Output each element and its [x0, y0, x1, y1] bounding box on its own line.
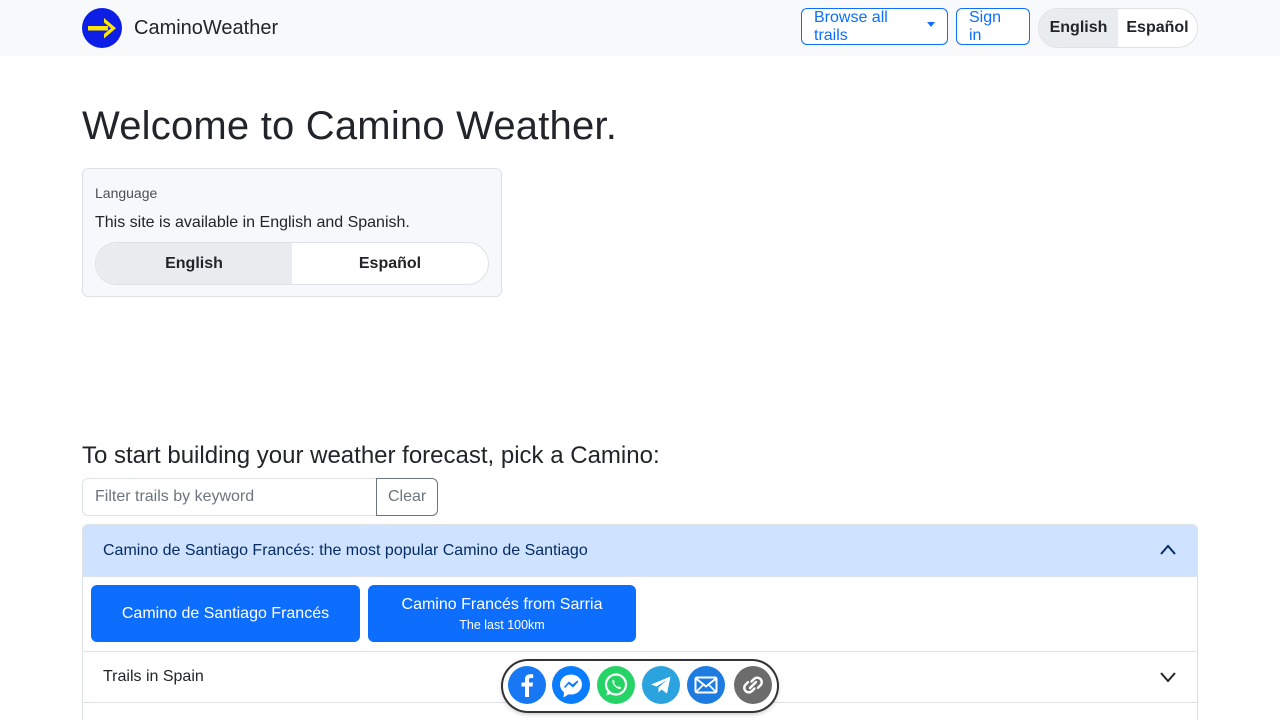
clear-filter-button[interactable]: Clear — [376, 478, 438, 516]
language-caption: Language — [95, 185, 158, 201]
sign-in-label: Sign in — [969, 8, 1002, 44]
language-toggle: English Español — [95, 242, 489, 285]
language-description: This site is available in English and Sp… — [95, 214, 410, 231]
trail-name: Camino de Santiago Francés — [121, 604, 330, 622]
accordion-header-frances[interactable]: Camino de Santiago Francés: the most pop… — [83, 525, 1197, 577]
accordion-body-frances: Camino de Santiago Francés Camino Francé… — [83, 577, 1197, 651]
trail-filter: Clear — [82, 478, 438, 516]
whatsapp-icon[interactable] — [597, 666, 635, 704]
browse-trails-dropdown[interactable]: Browse all trails — [801, 8, 948, 45]
sign-in-button[interactable]: Sign in — [956, 8, 1030, 45]
facebook-icon[interactable] — [508, 666, 546, 704]
navbar: CaminoWeather Browse all trails Sign in … — [0, 0, 1280, 56]
language-card: Language This site is available in Engli… — [82, 168, 502, 297]
trail-name: Camino Francés from Sarria — [401, 595, 603, 613]
accordion-header-label: Camino de Santiago Francés: the most pop… — [103, 541, 588, 559]
navbar-language-toggle: English Español — [1038, 8, 1198, 48]
trail-button-frances[interactable]: Camino de Santiago Francés — [91, 585, 360, 642]
pick-camino-heading: To start building your weather forecast,… — [82, 442, 660, 469]
camino-arrow-logo-icon — [82, 8, 122, 48]
trail-button-frances-sarria[interactable]: Camino Francés from Sarria The last 100k… — [368, 585, 636, 642]
trail-subtitle: The last 100km — [459, 617, 545, 632]
caret-down-icon — [927, 22, 935, 27]
navbar-language-spanish[interactable]: Español — [1118, 9, 1197, 47]
language-option-spanish[interactable]: Español — [292, 243, 488, 284]
accordion-header-label: Trails in Spain — [103, 668, 204, 685]
chevron-up-icon — [1160, 544, 1176, 555]
trail-filter-input[interactable] — [82, 478, 377, 516]
chevron-down-icon — [1160, 672, 1176, 683]
share-bar — [503, 661, 777, 711]
browse-trails-label: Browse all trails — [814, 8, 888, 44]
link-icon[interactable] — [734, 666, 772, 704]
page-title: Welcome to Camino Weather. — [82, 104, 618, 148]
navbar-language-english[interactable]: English — [1039, 9, 1118, 47]
language-option-english[interactable]: English — [96, 243, 292, 284]
brand-name: CaminoWeather — [134, 16, 279, 39]
brand-link[interactable]: CaminoWeather — [82, 8, 278, 48]
messenger-icon[interactable] — [552, 666, 590, 704]
telegram-icon[interactable] — [642, 666, 680, 704]
email-icon[interactable] — [687, 666, 725, 704]
